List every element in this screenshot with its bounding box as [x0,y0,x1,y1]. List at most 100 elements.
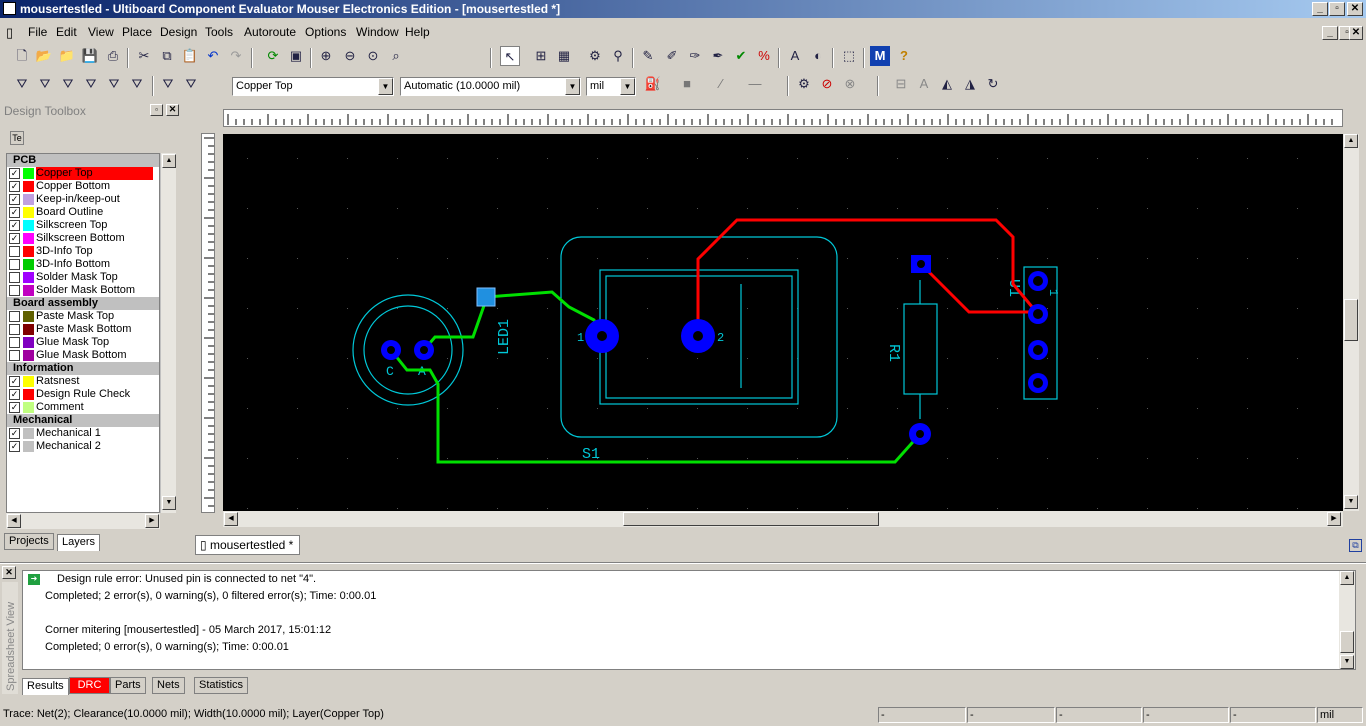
zoom-out-icon[interactable]: ⊖ [340,46,360,66]
layer-visibility-checkbox[interactable]: ✓ [9,441,20,452]
scroll-down-icon[interactable]: ▼ [162,496,176,510]
paste-icon[interactable]: 📋 [180,46,200,66]
filter-copper-icon[interactable]: ⛛ [127,74,147,94]
menu-options[interactable]: Options [305,25,346,39]
text-align-icon[interactable]: A [914,74,934,94]
shape-icon[interactable]: ◐ [808,46,828,66]
select-group-icon[interactable]: ⊞ [531,46,551,66]
line-trace-icon[interactable]: ✒ [708,46,728,66]
filter-parts-icon[interactable]: ⛛ [35,74,55,94]
layer-visibility-checkbox[interactable] [9,350,20,361]
delete-icon[interactable]: ⊗ [840,74,860,94]
layer-visibility-checkbox[interactable] [9,311,20,322]
minimize-button[interactable]: _ [1312,2,1328,16]
document-icon[interactable]: ▯ [6,25,13,41]
chevron-down-icon[interactable]: ▼ [565,78,580,95]
tab-drc[interactable]: DRC [69,677,110,694]
layer-visibility-checkbox[interactable]: ✓ [9,376,20,387]
disconnect-icon[interactable]: ⊘ [817,74,837,94]
layer-row[interactable]: Paste Mask Bottom [7,323,159,336]
scroll-up-icon[interactable]: ▲ [1344,134,1358,148]
layer-visibility-checkbox[interactable]: ✓ [9,207,20,218]
layer-row[interactable]: Glue Mask Bottom [7,349,159,362]
pcb-drawing[interactable]: LED1 C A S1 1 2 R1 U1 1 [223,134,1343,511]
trace-icon[interactable]: ✎ [638,46,658,66]
drc-icon[interactable]: % [754,46,774,66]
refresh-icon[interactable]: ⟳ [263,46,283,66]
vscroll-thumb[interactable] [1344,299,1358,341]
tab-statistics[interactable]: Statistics [194,677,249,694]
unit-select[interactable]: mil ▼ [586,77,636,96]
layer-visibility-checkbox[interactable] [9,337,20,348]
scroll-up-icon[interactable]: ▲ [162,154,176,168]
scroll-left-icon[interactable]: ◀ [7,514,21,528]
autoroute-icon[interactable]: ✑ [685,46,705,66]
cut-icon[interactable]: ✂ [134,46,154,66]
chevron-down-icon[interactable]: ▼ [620,78,635,95]
scroll-left-icon[interactable]: ◀ [224,512,238,526]
align-icon[interactable]: ⊟ [891,74,911,94]
follow-me-icon[interactable]: ✐ [662,46,682,66]
layer-visibility-checkbox[interactable]: ✓ [9,220,20,231]
toolbox-pin-button[interactable]: ▫ [150,104,163,116]
layer-visibility-checkbox[interactable] [9,259,20,270]
layer-row[interactable]: ✓ Ratsnest [7,375,159,388]
toolbox-close-button[interactable]: ✕ [166,104,179,116]
layer-row[interactable]: ✓ Comment [7,401,159,414]
layer-visibility-checkbox[interactable]: ✓ [9,428,20,439]
filter-traces-icon[interactable]: ⛛ [58,74,78,94]
zoom-full-icon[interactable]: ⌕ [386,46,406,66]
layer-visibility-checkbox[interactable]: ✓ [9,194,20,205]
layer-row[interactable]: Paste Mask Top [7,310,159,323]
layer-visibility-checkbox[interactable] [9,246,20,257]
menu-file[interactable]: File [28,25,47,39]
mouser-icon[interactable]: M [870,46,890,66]
output-scrollbar[interactable]: ▲ ▼ [1339,571,1355,669]
tab-nets[interactable]: Nets [152,677,185,694]
filter-icon[interactable]: ⛛ [12,74,32,94]
output-scroll-thumb[interactable] [1340,631,1354,653]
layer-visibility-checkbox[interactable]: ✓ [9,233,20,244]
flip-horizontal-icon[interactable]: ◭ [937,74,957,94]
layers-scrollbar[interactable]: ▲ ▼ [160,153,176,513]
layer-row[interactable]: ✓ Silkscreen Top [7,219,159,232]
via[interactable] [476,287,496,307]
filter-pins-icon[interactable]: ⛛ [104,74,124,94]
tab-layers[interactable]: Layers [57,534,101,551]
chevron-down-icon[interactable]: ▼ [378,78,393,95]
layer-visibility-checkbox[interactable]: ✓ [9,389,20,400]
doc-minimize-button[interactable]: _ [1322,26,1338,40]
doc-close-button[interactable]: ✕ [1349,26,1363,40]
flip-vertical-icon[interactable]: ◮ [960,74,980,94]
open-folder-icon[interactable]: 📂 [34,46,54,66]
hscroll-thumb[interactable] [623,512,879,526]
layer-row[interactable]: Solder Mask Bottom [7,284,159,297]
menu-view[interactable]: View [88,25,114,39]
menu-help[interactable]: Help [405,25,430,39]
layer-row[interactable]: ✓ Silkscreen Bottom [7,232,159,245]
filter-shapes-icon[interactable]: ⛛ [181,74,201,94]
print-icon[interactable]: ⎙ [103,46,123,66]
grid-icon[interactable]: ▦ [554,46,574,66]
rotate-icon[interactable]: ↻ [983,74,1003,94]
fill-color-icon[interactable]: ⛽ [643,74,663,94]
layer-row[interactable]: Solder Mask Top [7,271,159,284]
rectangle-select-icon[interactable]: ⬚ [839,46,859,66]
layer-visibility-checkbox[interactable] [9,285,20,296]
maximize-button[interactable]: ▫ [1329,2,1345,16]
menu-design[interactable]: Design [160,25,197,39]
layer-row[interactable]: Glue Mask Top [7,336,159,349]
scroll-right-icon[interactable]: ▶ [1327,512,1341,526]
tab-projects[interactable]: Projects [4,533,54,550]
layer-visibility-checkbox[interactable] [9,324,20,335]
canvas-vscrollbar[interactable]: ▲ ▼ [1343,134,1359,511]
tab-parts[interactable]: Parts [110,677,146,694]
component-icon[interactable]: ⚙ [585,46,605,66]
filter-text-icon[interactable]: ⛛ [158,74,178,94]
layer-settings-icon[interactable]: Te [10,131,24,145]
zoom-window-icon[interactable]: ⊙ [363,46,383,66]
layer-row[interactable]: ✓ Mechanical 2 [7,440,159,453]
menu-edit[interactable]: Edit [56,25,77,39]
close-button[interactable]: ✕ [1347,2,1363,16]
layer-row[interactable]: 3D-Info Top [7,245,159,258]
